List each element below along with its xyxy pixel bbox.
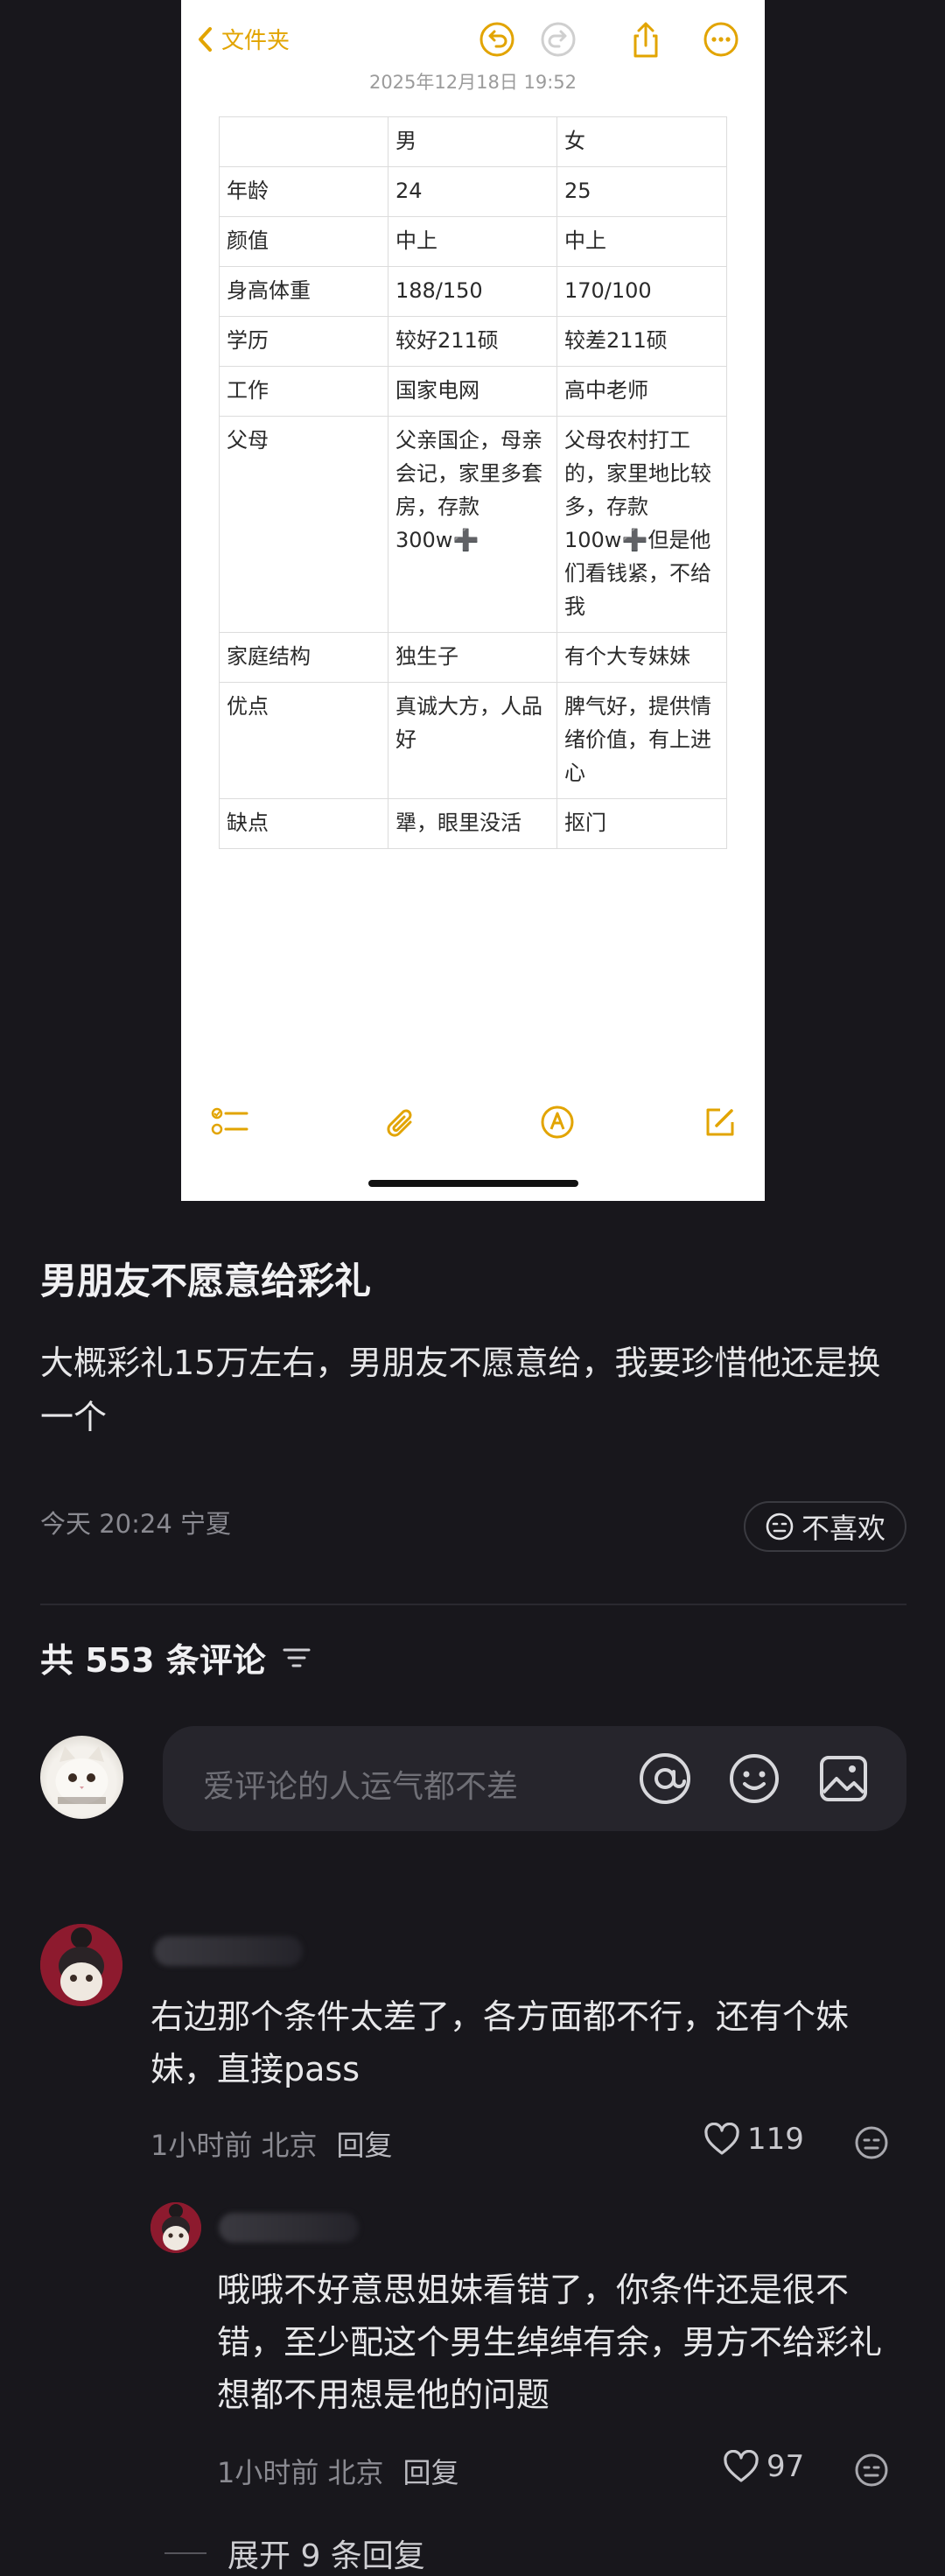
at-mention-icon[interactable] <box>639 1752 691 1805</box>
more-icon <box>704 22 738 57</box>
comment-react-icon[interactable] <box>854 2453 889 2488</box>
post-meta: 今天 20:24 宁夏 <box>40 1509 232 1539</box>
note-screenshot-image[interactable]: 文件夹 2025年12月18日 19:52 男 女 年龄 24 25 颜值 中上… <box>181 0 765 1201</box>
comment-count: 共 553 条评论 <box>40 1633 312 1681</box>
home-indicator <box>368 1180 578 1187</box>
comment-count-label: 共 553 条评论 <box>40 1641 266 1680</box>
table-cell: 中上 <box>388 216 557 267</box>
table-cell: 脾气好，提供情绪价值，有上进心 <box>556 682 727 799</box>
dislike-label: 不喜欢 <box>801 1512 886 1545</box>
like-count: 97 <box>766 2449 805 2484</box>
note-table: 男 女 年龄 24 25 颜值 中上 中上 身高体重 188/150 170/1… <box>219 116 727 849</box>
expand-line <box>164 2552 206 2554</box>
cat-avatar-icon <box>55 1746 108 1804</box>
note-back-label: 文件夹 <box>221 28 290 54</box>
note-date: 2025年12月18日 19:52 <box>368 72 578 93</box>
neutral-face-icon <box>766 1513 794 1541</box>
paperclip-icon <box>387 1109 412 1137</box>
undo-icon <box>480 22 514 57</box>
table-cell: 真诚大方，人品好 <box>388 682 557 799</box>
expand-replies-label: 展开 9 条回复 <box>228 2538 425 2574</box>
dislike-button[interactable]: 不喜欢 <box>744 1501 906 1552</box>
table-cell: 抠门 <box>556 798 727 849</box>
comment-react-icon[interactable] <box>854 2125 889 2160</box>
table-cell: 25 <box>556 166 727 217</box>
chevron-left-icon <box>199 26 212 52</box>
like-count: 119 <box>747 2122 804 2157</box>
table-row: 工作 国家电网 高中老师 <box>219 366 727 417</box>
table-cell: 24 <box>388 166 557 217</box>
table-cell: 女 <box>556 116 727 167</box>
reply-time-location: 1小时前 北京 <box>217 2456 384 2489</box>
table-cell: 有个大专妹妹 <box>556 632 727 683</box>
table-cell: 缺点 <box>219 798 388 849</box>
table-cell: 父母农村打工的，家里地比较多，存款100w➕但是他们看钱紧，不给我 <box>556 416 727 633</box>
table-cell: 中上 <box>556 216 727 267</box>
table-cell: 身高体重 <box>219 266 388 317</box>
checklist-icon <box>211 1107 248 1135</box>
emoji-icon[interactable] <box>728 1752 780 1805</box>
table-cell: 男 <box>388 116 557 167</box>
note-back-button: 文件夹 <box>197 23 290 55</box>
markup-pen-icon <box>541 1106 574 1139</box>
table-row: 学历 较好211硕 较差211硕 <box>219 316 727 367</box>
heart-icon <box>704 2123 739 2155</box>
table-cell: 国家电网 <box>388 366 557 417</box>
like-button[interactable]: 97 <box>723 2449 804 2484</box>
reply-button[interactable]: 回复 <box>403 2456 459 2489</box>
table-row: 家庭结构 独生子 有个大专妹妹 <box>219 632 727 683</box>
compose-icon <box>706 1108 734 1136</box>
table-cell: 犟，眼里没活 <box>388 798 557 849</box>
image-icon[interactable] <box>817 1752 870 1805</box>
table-cell: 188/150 <box>388 266 557 317</box>
reply-button[interactable]: 回复 <box>337 2129 393 2162</box>
cat-avatar-icon <box>40 1924 122 2006</box>
table-row: 缺点 犟，眼里没活 抠门 <box>219 798 727 849</box>
table-cell <box>219 116 388 167</box>
table-row: 年龄 24 25 <box>219 166 727 217</box>
table-cell: 170/100 <box>556 266 727 317</box>
my-avatar[interactable] <box>40 1736 123 1819</box>
note-nav-bar: 文件夹 <box>181 0 765 79</box>
sort-icon[interactable] <box>282 1645 312 1671</box>
table-cell: 学历 <box>219 316 388 367</box>
comment-text: 右边那个条件太差了，各方面都不行，还有个妹妹，直接pass <box>150 1997 850 2088</box>
table-cell: 家庭结构 <box>219 632 388 683</box>
comment-time-location: 1小时前 北京 <box>150 2129 318 2162</box>
comment-meta: 1小时前 北京 回复 <box>150 2123 393 2164</box>
reply-meta: 1小时前 北京 回复 <box>217 2451 459 2491</box>
replier-avatar[interactable] <box>150 2202 201 2253</box>
table-cell: 高中老师 <box>556 366 727 417</box>
reply-text: 哦哦不好意思姐妹看错了，你条件还是很不错，至少配这个男生绰绰有余，男方不给彩礼想… <box>217 2271 883 2414</box>
comment-input[interactable]: 爱评论的人运气都不差 <box>163 1726 906 1831</box>
replier-name-blurred <box>219 2213 359 2243</box>
comment-input-placeholder: 爱评论的人运气都不差 <box>203 1769 519 1805</box>
commenter-name-blurred <box>154 1936 303 1966</box>
table-row: 身高体重 188/150 170/100 <box>219 266 727 317</box>
table-cell: 工作 <box>219 366 388 417</box>
heart-icon <box>724 2450 759 2482</box>
table-row: 颜值 中上 中上 <box>219 216 727 267</box>
post-body: 大概彩礼15万左右，男朋友不愿意给，我要珍惜他还是换一个 <box>40 1344 881 1436</box>
share-icon <box>634 22 658 58</box>
table-cell: 年龄 <box>219 166 388 217</box>
table-cell: 父母 <box>219 416 388 633</box>
cat-avatar-icon <box>150 2202 201 2253</box>
table-row: 父母 父亲国企，母亲会记，家里多套房，存款300w➕ 父母农村打工的，家里地比较… <box>219 416 727 633</box>
commenter-avatar[interactable] <box>40 1924 122 2006</box>
post-title: 男朋友不愿意给彩礼 <box>40 1260 372 1302</box>
divider <box>40 1604 906 1605</box>
table-cell: 较差211硕 <box>556 316 727 367</box>
expand-replies-button[interactable]: 展开 9 条回复 <box>164 2530 425 2576</box>
table-cell: 父亲国企，母亲会记，家里多套房，存款300w➕ <box>388 416 557 633</box>
table-row: 男 女 <box>219 116 727 167</box>
table-cell: 较好211硕 <box>388 316 557 367</box>
table-cell: 优点 <box>219 682 388 799</box>
like-button[interactable]: 119 <box>704 2122 804 2157</box>
redo-icon <box>541 22 576 57</box>
table-cell: 颜值 <box>219 216 388 267</box>
table-row: 优点 真诚大方，人品好 脾气好，提供情绪价值，有上进心 <box>219 682 727 799</box>
table-cell: 独生子 <box>388 632 557 683</box>
note-toolbar <box>181 1105 765 1148</box>
